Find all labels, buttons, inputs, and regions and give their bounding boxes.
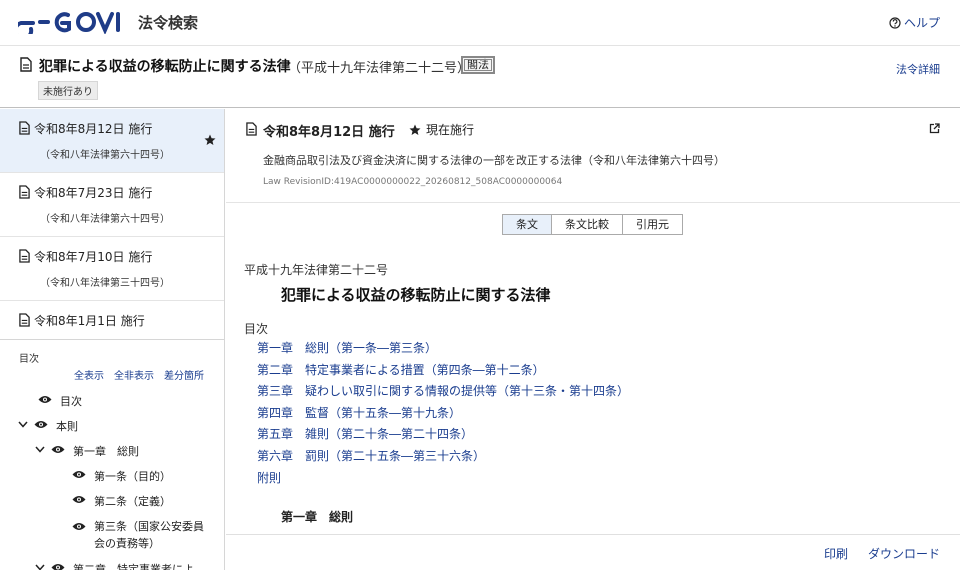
- toc-item-label: 目次: [60, 395, 82, 408]
- toc-panel: 目次 全表示 全非表示 差分箇所 目次 本則 第一章 総則 第一条（目的） 第二…: [0, 339, 224, 570]
- footer-actions: 印刷 ダウンロード: [824, 545, 940, 562]
- revision-law-number: （令和八年法律第六十四号）: [40, 150, 170, 161]
- chapter-heading: 第一章 総則: [281, 510, 354, 524]
- site-name: 法令検索: [138, 14, 199, 32]
- document-icon: [20, 57, 32, 72]
- toc-item-label: 本則: [56, 420, 78, 433]
- star-icon: [204, 134, 216, 145]
- toc-item[interactable]: 第一章 総則: [35, 443, 139, 459]
- document-icon: [19, 121, 30, 135]
- toc-label: 目次: [244, 322, 269, 336]
- eye-icon[interactable]: [34, 420, 48, 429]
- eye-icon[interactable]: [38, 395, 52, 404]
- tab-text[interactable]: 条文: [502, 214, 552, 235]
- toc-controls: 全表示 全非表示 差分箇所: [74, 367, 204, 382]
- tab-compare[interactable]: 条文比較: [551, 214, 623, 235]
- main-content: 令和8年8月12日 施行 現在施行 金融商品取引法及び資金決済に関する法律の一部…: [226, 109, 960, 570]
- document-icon: [246, 122, 257, 136]
- print-button[interactable]: 印刷: [824, 545, 848, 562]
- toc-item[interactable]: 第一条（目的）: [72, 468, 171, 484]
- revision-list: 令和8年8月12日 施行 （令和八年法律第六十四号） 令和8年7月23日 施行 …: [0, 109, 224, 339]
- chapter-link[interactable]: 第二章 特定事業者による措置（第四条―第十二条）: [257, 361, 545, 378]
- eye-icon[interactable]: [51, 445, 65, 454]
- revision-item[interactable]: 令和8年7月23日 施行 （令和八年法律第六十四号）: [0, 173, 224, 237]
- revision-date: 令和8年8月12日 施行: [34, 122, 153, 136]
- law-number: （平成十九年法律第二十二号）: [288, 61, 471, 76]
- eye-icon[interactable]: [51, 563, 65, 570]
- revision-date: 令和8年1月1日 施行: [34, 314, 145, 328]
- revision-item[interactable]: 令和8年8月12日 施行 （令和八年法律第六十四号）: [0, 109, 224, 173]
- diff-link[interactable]: 差分箇所: [164, 367, 204, 382]
- amending-law: 金融商品取引法及び資金決済に関する法律の一部を改正する法律（令和八年法律第六十四…: [263, 154, 725, 167]
- site-header: 法令検索 ヘルプ: [0, 0, 960, 46]
- chapter-link[interactable]: 第三章 疑わしい取引に関する情報の提供等（第十三条・第十四条）: [257, 382, 629, 399]
- law-detail-link[interactable]: 法令詳細: [896, 61, 940, 77]
- tab-cited-by[interactable]: 引用元: [622, 214, 683, 235]
- toc-item-label: 第二条（定義）: [94, 495, 171, 508]
- content-footer: 印刷 ダウンロード: [226, 534, 960, 570]
- law-title-heading: 犯罪による収益の移転防止に関する法律: [281, 286, 551, 304]
- current-status: 現在施行: [409, 121, 474, 138]
- law-title-bar: 犯罪による収益の移転防止に関する法律 （平成十九年法律第二十二号） 閣法 法令詳…: [0, 47, 960, 108]
- document-icon: [19, 249, 30, 263]
- external-link-icon[interactable]: [929, 123, 940, 134]
- revision-date: 令和8年7月10日 施行: [34, 250, 153, 264]
- document-icon: [19, 313, 30, 327]
- chevron-down-icon[interactable]: [35, 564, 45, 570]
- hide-all-link[interactable]: 全非表示: [114, 367, 154, 382]
- chapter-link[interactable]: 第四章 監督（第十五条―第十九条）: [257, 404, 461, 421]
- toc-item[interactable]: 本則: [18, 418, 78, 434]
- help-label[interactable]: ヘルプ: [904, 14, 940, 31]
- toc-panel-heading: 目次: [19, 354, 39, 365]
- toc-item[interactable]: 第三条（国家公安委員会の責務等）: [72, 518, 212, 552]
- status-badge: 未施行あり: [38, 81, 98, 100]
- chapter-link[interactable]: 第五章 雑則（第二十条―第二十四条）: [257, 425, 473, 442]
- revision-item[interactable]: 令和8年7月10日 施行 （令和八年法律第三十四号）: [0, 237, 224, 301]
- law-number-heading: 平成十九年法律第二十二号: [244, 263, 389, 277]
- eye-icon[interactable]: [72, 470, 86, 479]
- revision-date: 令和8年8月12日 施行: [263, 125, 395, 140]
- toc-item[interactable]: 第二条（定義）: [72, 493, 171, 509]
- revision-date: 令和8年7月23日 施行: [34, 186, 153, 200]
- supplementary-link[interactable]: 附則: [257, 469, 281, 486]
- chevron-down-icon[interactable]: [18, 421, 28, 428]
- revision-header: 令和8年8月12日 施行 現在施行 金融商品取引法及び資金決済に関する法律の一部…: [226, 109, 960, 203]
- chapter-link[interactable]: 第一章 総則（第一条―第三条）: [257, 339, 437, 356]
- revision-id: Law RevisionID:419AC0000000022_20260812_…: [263, 177, 563, 187]
- revision-item[interactable]: 令和8年1月1日 施行: [0, 301, 224, 339]
- toc-item-label: 第一章 総則: [73, 445, 139, 458]
- toc-item[interactable]: 目次: [38, 393, 82, 409]
- chapter-link[interactable]: 第六章 罰則（第二十五条―第三十六条）: [257, 447, 485, 464]
- view-tabs: 条文 条文比較 引用元: [502, 214, 683, 235]
- toc-item-label: 第二章 特定事業者によ: [73, 563, 194, 570]
- show-all-link[interactable]: 全表示: [74, 367, 104, 382]
- eye-icon[interactable]: [72, 495, 86, 504]
- help-icon: [889, 16, 901, 29]
- star-icon: [409, 124, 421, 135]
- toc-item-label: 第一条（目的）: [94, 470, 171, 483]
- toc-item-label: 第三条（国家公安委員会の責務等）: [94, 520, 204, 550]
- download-button[interactable]: ダウンロード: [868, 545, 940, 562]
- revision-law-number: （令和八年法律第三十四号）: [40, 278, 170, 289]
- current-status-label: 現在施行: [426, 123, 475, 137]
- help-link[interactable]: ヘルプ: [889, 14, 940, 31]
- revision-law-number: （令和八年法律第六十四号）: [40, 214, 170, 225]
- chevron-down-icon[interactable]: [35, 446, 45, 453]
- law-title: 犯罪による収益の移転防止に関する法律: [39, 59, 291, 75]
- egov-logo[interactable]: [18, 10, 128, 34]
- document-icon: [19, 185, 30, 199]
- left-sidebar: 令和8年8月12日 施行 （令和八年法律第六十四号） 令和8年7月23日 施行 …: [0, 109, 225, 570]
- toc-item[interactable]: 第二章 特定事業者によ: [35, 561, 194, 570]
- kakuho-badge: 閣法: [461, 56, 495, 74]
- eye-icon[interactable]: [72, 522, 86, 531]
